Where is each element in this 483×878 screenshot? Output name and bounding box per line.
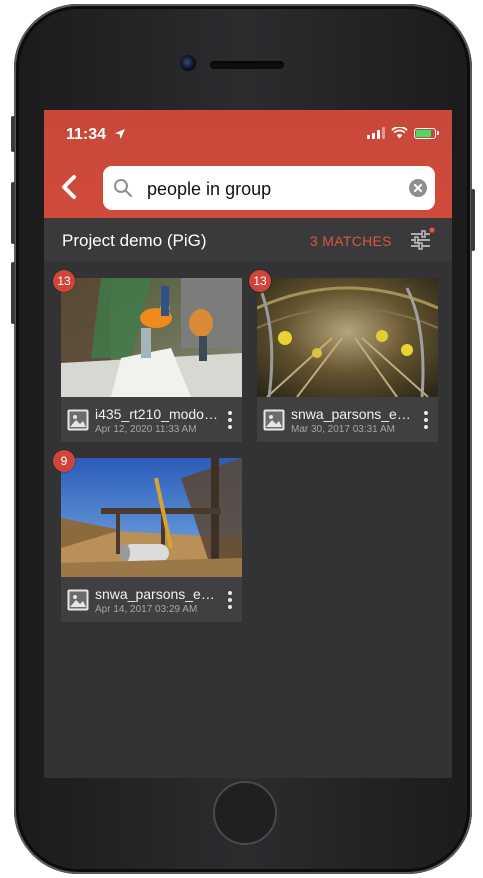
pipeline-photo-image: [61, 458, 242, 577]
file-date: Apr 14, 2017 03:29 AM: [95, 604, 198, 615]
back-chevron-icon[interactable]: [58, 174, 80, 200]
file-name: snwa_parsons_enr…: [95, 586, 221, 602]
battery-level: [416, 129, 431, 137]
mute-switch: [11, 116, 15, 152]
photo-card[interactable]: 9 snwa_parsons_enr… Apr 14, 2017 03:29 A…: [53, 450, 242, 622]
earpiece-speaker: [210, 61, 284, 69]
wifi-icon: [391, 127, 408, 139]
front-camera: [180, 55, 196, 71]
status-time: 11:34: [66, 126, 107, 143]
search-field[interactable]: [103, 166, 435, 210]
volume-down-button: [11, 262, 15, 324]
file-name: i435_rt210_modot.…: [95, 406, 221, 422]
file-date: Mar 30, 2017 03:31 AM: [291, 424, 395, 435]
file-name: snwa_parsons_enr…: [291, 406, 417, 422]
image-file-icon: [67, 589, 89, 611]
battery-icon: [414, 127, 439, 139]
tunnel-photo-image: [257, 278, 438, 397]
more-options-icon[interactable]: [227, 590, 233, 610]
matches-count: 3 MATCHES: [310, 233, 392, 249]
filter-sliders-icon[interactable]: [409, 227, 435, 253]
photo-card[interactable]: 13 snwa_parsons_enr… Mar 30, 2017 03:31 …: [249, 270, 438, 442]
image-file-icon: [263, 409, 285, 431]
match-count-badge: 9: [53, 450, 75, 472]
status-icons: [367, 127, 439, 139]
home-button[interactable]: [213, 781, 277, 845]
cellular-signal-icon: [367, 127, 385, 139]
more-options-icon[interactable]: [227, 410, 233, 430]
power-button: [471, 189, 475, 251]
photo-thumbnail[interactable]: [61, 458, 242, 577]
image-file-icon: [67, 409, 89, 431]
top-bar: 11:34: [44, 110, 452, 218]
project-title: Project demo (PiG): [62, 231, 207, 250]
file-date: Apr 12, 2020 11:33 AM: [95, 424, 197, 435]
more-options-icon[interactable]: [423, 410, 429, 430]
photo-card[interactable]: 13 i435_rt210_modot.… Apr 12, 2020 11:33…: [53, 270, 242, 442]
match-count-badge: 13: [249, 270, 271, 292]
clear-search-icon[interactable]: [409, 179, 427, 197]
match-count-badge: 13: [53, 270, 75, 292]
construction-photo-image: [61, 278, 242, 397]
search-input[interactable]: [145, 174, 404, 204]
search-icon: [114, 179, 132, 197]
volume-up-button: [11, 182, 15, 244]
project-header: Project demo (PiG) 3 MATCHES: [44, 218, 452, 262]
app-screen: 11:34 people in group Project demo (PiG)…: [44, 110, 452, 778]
photo-thumbnail[interactable]: [61, 278, 242, 397]
photo-thumbnail[interactable]: [257, 278, 438, 397]
location-arrow-icon: [115, 129, 125, 139]
